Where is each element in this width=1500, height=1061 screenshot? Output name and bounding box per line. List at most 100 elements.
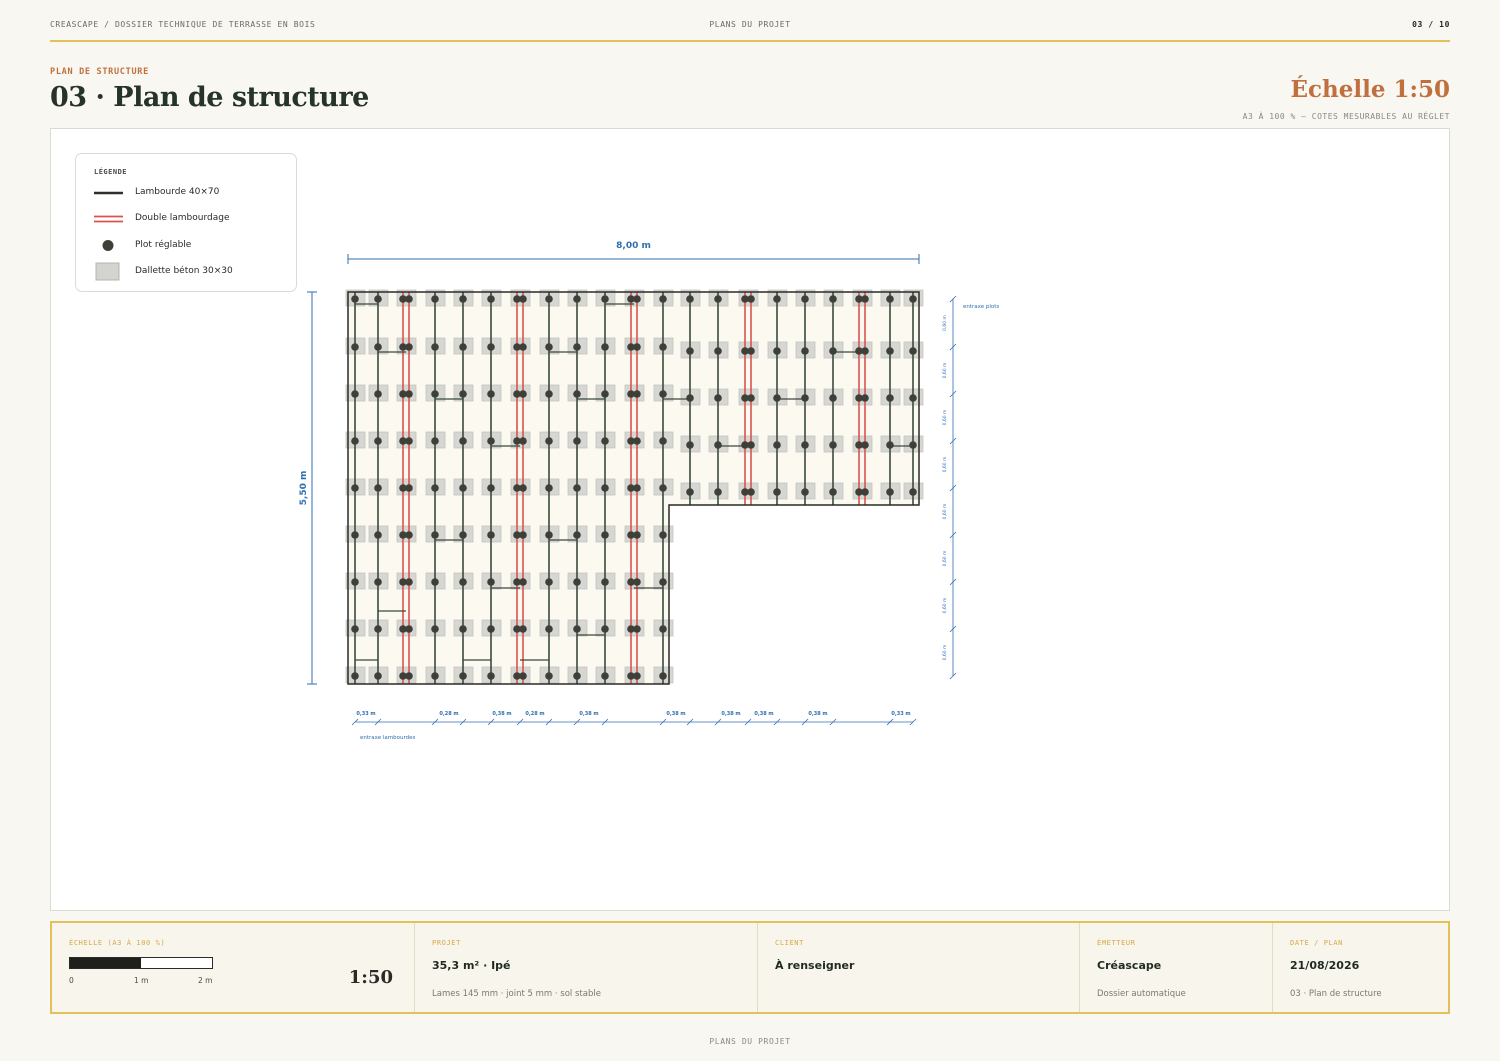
legend-item-pad: Plot réglable (94, 236, 284, 256)
adjustable-pad (374, 343, 382, 351)
adjustable-pad (351, 531, 359, 539)
adjustable-pad (861, 394, 869, 402)
tb-client: CLIENT À renseigner (758, 923, 1080, 1012)
adjustable-pad (601, 484, 609, 492)
adjustable-pad (545, 437, 553, 445)
adjustable-pad (909, 347, 917, 355)
adjustable-pad (714, 295, 722, 303)
adjustable-pad (545, 390, 553, 398)
adjustable-pad (374, 390, 382, 398)
tb-date: DATE / PLAN 21/08/2026 03 · Plan de stru… (1273, 923, 1448, 1012)
scale-ratio: 1:50 (348, 967, 393, 988)
adjustable-pad (573, 343, 581, 351)
legend: LÉGENDE Lambourde 40×70 Double lambourda… (75, 153, 297, 292)
adjustable-pad (659, 672, 667, 680)
adjustable-pad (633, 295, 641, 303)
adjustable-pad (686, 441, 694, 449)
adjustable-pad (633, 531, 641, 539)
tb-issuer-sub: Dossier automatique (1097, 989, 1186, 999)
adjustable-pad (659, 484, 667, 492)
tb-project-sub: Lames 145 mm · joint 5 mm · sol stable (432, 989, 601, 999)
adjustable-pad (459, 295, 467, 303)
adjustable-pad (459, 390, 467, 398)
adjustable-pad (405, 578, 413, 586)
scale-tick: 1 m (134, 976, 149, 985)
adjustable-pad (861, 441, 869, 449)
adjustable-pad (747, 295, 755, 303)
adjustable-pad (686, 347, 694, 355)
adjustable-pad (459, 484, 467, 492)
scale-tick: 2 m (198, 976, 213, 985)
tb-issuer-label: ÉMETTEUR (1097, 939, 1136, 947)
adjustable-pad (431, 343, 439, 351)
legend-title: LÉGENDE (94, 168, 128, 176)
adjustable-pad (519, 295, 527, 303)
adjustable-pad (773, 295, 781, 303)
adjustable-pad (487, 390, 495, 398)
adjustable-pad (801, 441, 809, 449)
adjustable-pad (714, 347, 722, 355)
adjustable-pad (519, 531, 527, 539)
legend-item-slab: Dallette béton 30×30 (94, 262, 284, 282)
adjustable-pad (686, 488, 694, 496)
adjustable-pad (633, 437, 641, 445)
adjustable-pad (431, 625, 439, 633)
adjustable-pad (886, 441, 894, 449)
legend-label: Lambourde 40×70 (135, 187, 220, 197)
pad-spacing-value: 0,60 m (942, 504, 948, 520)
adjustable-pad (351, 390, 359, 398)
adjustable-pad (351, 437, 359, 445)
adjustable-pad (633, 578, 641, 586)
pad-spacing-value: 0,60 m (942, 551, 948, 567)
adjustable-pad (909, 488, 917, 496)
adjustable-pad (714, 488, 722, 496)
adjustable-pad (374, 484, 382, 492)
tb-date-main: 21/08/2026 (1290, 959, 1360, 972)
adjustable-pad (459, 578, 467, 586)
joist-spacing-value: 0,38 m (579, 711, 598, 717)
adjustable-pad (909, 295, 917, 303)
adjustable-pad (519, 343, 527, 351)
adjustable-pad (431, 578, 439, 586)
tb-issuer-main: Créascape (1097, 959, 1162, 972)
pad-spacing-value: 0,60 m (942, 363, 948, 379)
adjustable-pad (801, 347, 809, 355)
adjustable-pad (351, 343, 359, 351)
adjustable-pad (861, 347, 869, 355)
legend-item-double-joist: Double lambourdage (94, 209, 284, 229)
adjustable-pad (659, 295, 667, 303)
adjustable-pad (714, 441, 722, 449)
adjustable-pad (573, 484, 581, 492)
adjustable-pad (405, 484, 413, 492)
tb-project-main: 35,3 m² · Ipé (432, 959, 511, 972)
adjustable-pad (773, 488, 781, 496)
adjustable-pad (633, 672, 641, 680)
adjustable-pad (519, 625, 527, 633)
slab-symbol-icon (95, 262, 120, 281)
adjustable-pad (686, 394, 694, 402)
adjustable-pad (405, 295, 413, 303)
pad-spacing-value: 0,60 m (942, 645, 948, 661)
tb-scale: ÉCHELLE (A3 À 100 %) 0 1 m 2 m 1:50 (52, 923, 415, 1012)
adjustable-pad (459, 625, 467, 633)
adjustable-pad (487, 343, 495, 351)
adjustable-pad (405, 343, 413, 351)
tb-client-main: À renseigner (775, 959, 855, 972)
adjustable-pad (801, 488, 809, 496)
adjustable-pad (659, 390, 667, 398)
adjustable-pad (351, 484, 359, 492)
adjustable-pad (659, 531, 667, 539)
adjustable-pad (545, 531, 553, 539)
title-block: ÉCHELLE (A3 À 100 %) 0 1 m 2 m 1:50 PROJ… (50, 921, 1450, 1014)
adjustable-pad (686, 295, 694, 303)
adjustable-pad (909, 441, 917, 449)
adjustable-pad (545, 343, 553, 351)
adjustable-pad (487, 437, 495, 445)
adjustable-pad (861, 295, 869, 303)
adjustable-pad (659, 625, 667, 633)
adjustable-pad (659, 437, 667, 445)
legend-label: Plot réglable (135, 240, 192, 250)
scale-bar (69, 957, 213, 969)
adjustable-pad (487, 625, 495, 633)
joist-spacing-label: entraxe lambourdes (360, 735, 416, 741)
